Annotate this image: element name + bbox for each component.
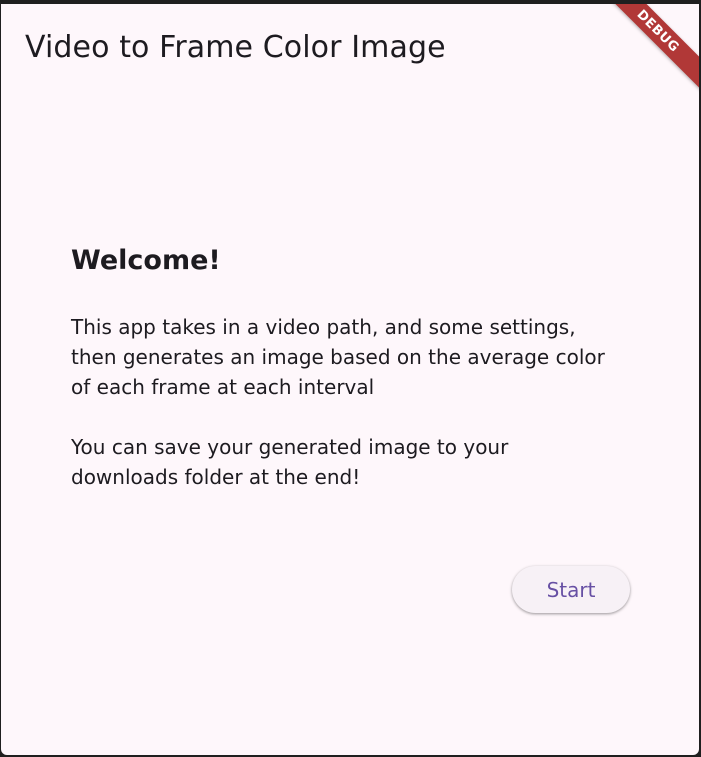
description-paragraph: This app takes in a video path, and some… (71, 315, 605, 399)
app-window: Video to Frame Color Image Welcome! This… (1, 4, 699, 755)
save-info-paragraph: You can save your generated image to you… (71, 435, 509, 489)
start-button[interactable]: Start (512, 566, 630, 613)
welcome-heading: Welcome! (71, 245, 221, 276)
app-bar-title: Video to Frame Color Image (25, 30, 446, 65)
debug-banner: DEBUG (597, 4, 699, 92)
welcome-content: Welcome! This app takes in a video path,… (71, 242, 631, 489)
